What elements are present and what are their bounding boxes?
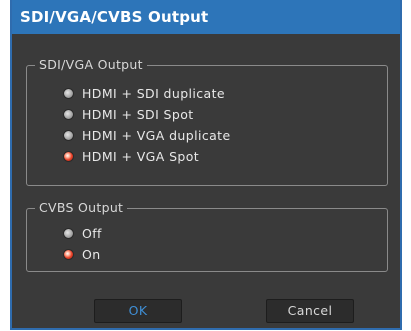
radio-label: HDMI + VGA duplicate [82,127,231,143]
output-dialog: SDI/VGA/CVBS Output SDI/VGA Output HDMI … [10,0,402,330]
radio-label: HDMI + VGA Spot [82,148,200,164]
radio-button-icon[interactable] [63,129,74,141]
radio-cvbs-on[interactable]: On [63,245,101,263]
radio-cvbs-off[interactable]: Off [63,224,102,242]
cvbs-output-legend: CVBS Output [35,199,128,217]
sdi-vga-output-group: SDI/VGA Output HDMI + SDI duplicate HDMI… [26,56,388,186]
radio-button-icon[interactable] [63,227,74,239]
radio-label: HDMI + SDI Spot [82,106,194,122]
radio-button-selected-icon[interactable] [63,150,74,162]
dialog-title: SDI/VGA/CVBS Output [12,0,400,34]
radio-hdmi-sdi-spot[interactable]: HDMI + SDI Spot [63,105,194,123]
ok-button[interactable]: OK [94,299,182,323]
radio-hdmi-sdi-duplicate[interactable]: HDMI + SDI duplicate [63,84,225,102]
sdi-vga-output-legend: SDI/VGA Output [35,56,147,74]
radio-label: HDMI + SDI duplicate [82,85,225,101]
radio-button-selected-icon[interactable] [63,248,74,260]
radio-button-icon[interactable] [63,87,74,99]
radio-label: Off [82,225,102,241]
radio-hdmi-vga-duplicate[interactable]: HDMI + VGA duplicate [63,126,231,144]
radio-button-icon[interactable] [63,108,74,120]
radio-hdmi-vga-spot[interactable]: HDMI + VGA Spot [63,147,199,165]
cvbs-output-group: CVBS Output Off On [26,199,388,272]
dialog-footer: OK Cancel [12,291,400,330]
cancel-button[interactable]: Cancel [266,299,354,323]
radio-label: On [82,246,101,262]
